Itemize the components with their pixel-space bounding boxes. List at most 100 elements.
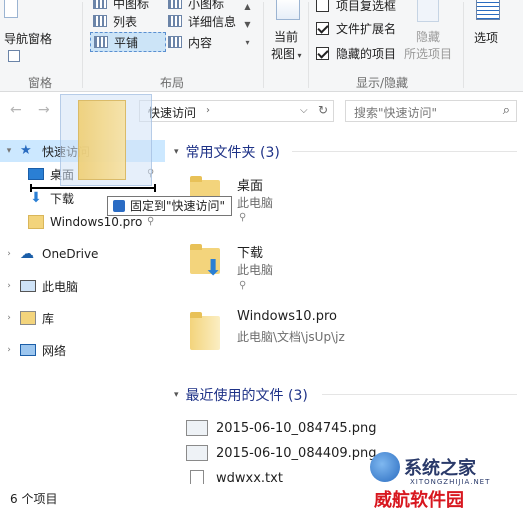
pin-icon[interactable]: ⚲ (147, 216, 154, 227)
check-label: 隐藏的项目 (336, 46, 397, 61)
drop-insert-indicator (30, 184, 156, 192)
address-dropdown-icon[interactable]: ⌵ (300, 105, 308, 116)
checkbox[interactable] (316, 46, 329, 60)
watermark: 系统之家 XITONGZHIJIA.NET 威航软件园 (370, 448, 523, 510)
folder-location: 此电脑\文档\jsUp\jz (237, 330, 345, 344)
folder-location: 此电脑 (237, 196, 274, 210)
chevron-down-icon[interactable]: ▾ (4, 146, 14, 156)
chevron-down-icon[interactable]: ▾ (174, 390, 179, 400)
separator (82, 2, 83, 88)
folder-name: 桌面 (237, 179, 264, 194)
recent-file-row[interactable]: 2015-06-10_084409.png (186, 443, 377, 463)
layout-label: 详细信息 (188, 14, 237, 29)
watermark-red: 威航软件园 (374, 490, 464, 510)
network-icon (20, 344, 36, 356)
current-view-icon[interactable] (276, 0, 300, 20)
folder-name: 下载 (237, 246, 264, 261)
layout-label: 列表 (113, 14, 138, 29)
section-title: 最近使用的文件 (3) (185, 388, 308, 404)
divider (322, 394, 517, 395)
hide-selected-button[interactable]: 隐藏 (416, 28, 440, 45)
checkbox[interactable] (316, 21, 329, 35)
layout-label: 小图标 (188, 0, 225, 11)
tree-label: 此电脑 (42, 279, 79, 294)
chevron-down-icon[interactable]: ▾ (174, 147, 179, 157)
tooltip-text: 固定到"快速访问" (130, 199, 226, 213)
separator (263, 2, 264, 88)
layout-label: 中图标 (113, 0, 150, 11)
layout-label: 平铺 (114, 35, 139, 50)
layout-list[interactable]: 列表 (93, 11, 137, 31)
hidden-items-option[interactable]: 隐藏的项目 (316, 43, 396, 63)
search-placeholder: 搜索"快速访问" (354, 106, 438, 120)
recent-file-row[interactable]: 2015-06-10_084745.png (186, 418, 377, 438)
file-extensions-option[interactable]: 文件扩展名 (316, 18, 396, 38)
refresh-icon[interactable]: ↻ (318, 103, 328, 117)
preview-pane-icon[interactable] (8, 50, 20, 62)
forward-arrow-icon[interactable]: → (38, 102, 50, 118)
frequent-folders-header[interactable]: ▾ 常用文件夹 (3) (174, 142, 280, 162)
tree-this-pc[interactable]: › 此电脑 (4, 275, 78, 297)
small-icons-icon (168, 0, 182, 9)
chevron-right-icon[interactable]: › (4, 249, 14, 259)
item-count: 6 个项目 (10, 492, 58, 506)
tree-onedrive[interactable]: › ☁ OneDrive (4, 243, 98, 265)
folder-icon (28, 215, 44, 229)
content-pane: ▾ 常用文件夹 (3) 桌面 此电脑 ⚲ ⬇ 下载 此电脑 ⚲ Windows1… (168, 128, 523, 486)
search-icon[interactable]: ⌕ (503, 103, 510, 118)
options-button[interactable]: 选项 (474, 29, 498, 46)
chevron-right-icon[interactable]: › (206, 105, 210, 116)
layout-scroll-down-icon[interactable]: ▼ (243, 20, 252, 30)
separator (463, 2, 464, 88)
current-view-label-text: 视图 (271, 47, 296, 61)
address-bar[interactable]: 快速访问 › ⌵ ↻ (139, 100, 334, 122)
drag-tooltip: 固定到"快速访问" (107, 196, 233, 216)
image-file-icon (186, 420, 208, 436)
ribbon: 导航窗格 窗格 中图标 列表 平铺 小图标 详细信息 内容 ▲ ▼ ▾ 布局 当… (0, 0, 523, 92)
chevron-right-icon[interactable]: › (4, 281, 14, 291)
tree-downloads[interactable]: ⬇ 下载 (28, 187, 74, 209)
current-view-label[interactable]: 视图 ▾ (271, 45, 302, 62)
chevron-right-icon[interactable]: › (4, 313, 14, 323)
current-view-button[interactable]: 当前 (274, 28, 298, 45)
layout-content[interactable]: 内容 (168, 32, 212, 52)
pin-icon[interactable]: ⚲ (239, 280, 246, 291)
section-title: 常用文件夹 (3) (185, 145, 280, 161)
layout-details[interactable]: 详细信息 (168, 11, 236, 31)
chevron-right-icon[interactable]: › (4, 345, 14, 355)
layout-group-label: 布局 (160, 76, 185, 90)
layout-more-icon[interactable]: ▾ (243, 38, 252, 48)
show-hide-group-label: 显示/隐藏 (356, 76, 409, 90)
nav-pane-icon[interactable] (4, 0, 18, 18)
nav-pane-button[interactable]: 导航窗格 (4, 30, 52, 47)
folder-icon (190, 312, 220, 350)
watermark-logo-icon (370, 452, 400, 482)
tree-label: OneDrive (42, 247, 99, 261)
cloud-icon: ☁ (20, 246, 34, 262)
address-path[interactable]: 快速访问 (148, 104, 196, 121)
details-icon (168, 15, 182, 27)
hide-selected-icon[interactable] (417, 0, 439, 22)
recent-files-header[interactable]: ▾ 最近使用的文件 (3) (174, 385, 308, 405)
check-label: 项目复选框 (336, 0, 397, 13)
layout-label: 内容 (188, 35, 213, 50)
tree-network[interactable]: › 网络 (4, 339, 66, 361)
layout-tiles[interactable]: 平铺 (90, 32, 166, 52)
item-checkboxes-option[interactable]: 项目复选框 (316, 0, 396, 15)
desktop-icon (28, 168, 44, 180)
search-box[interactable]: 搜索"快速访问" ⌕ (345, 100, 517, 122)
folder-location: 此电脑 (237, 263, 274, 277)
checkbox[interactable] (316, 0, 329, 12)
chevron-down-icon: ▾ (295, 51, 302, 60)
tree-library[interactable]: › 库 (4, 307, 54, 329)
library-icon (20, 311, 36, 325)
layout-scroll-up-icon[interactable]: ▲ (243, 2, 252, 12)
dragged-folder-icon (78, 100, 126, 180)
pin-icon[interactable]: ⚲ (239, 212, 246, 223)
download-arrow-icon: ⬇ (204, 256, 223, 281)
back-arrow-icon[interactable]: ← (10, 102, 22, 118)
tiles-icon (94, 36, 108, 48)
hide-selected-label: 所选项目 (404, 47, 453, 61)
options-icon[interactable] (476, 0, 500, 20)
list-icon (93, 15, 107, 27)
